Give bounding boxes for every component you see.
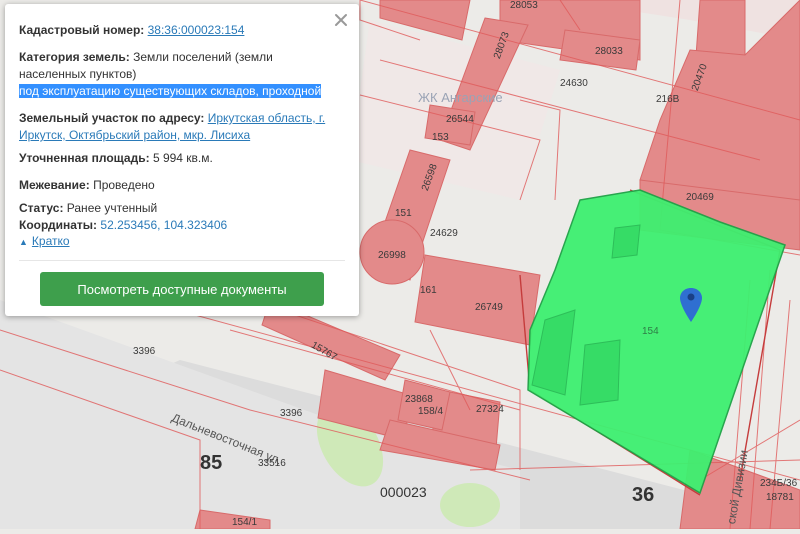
map-label: 20469: [686, 192, 714, 203]
map-label: 28033: [595, 46, 623, 57]
map-label: 28053: [510, 0, 538, 11]
survey-value: Проведено: [93, 178, 155, 192]
address-row: Земельный участок по адресу: Иркутская о…: [19, 110, 339, 144]
cadastral-number-label: Кадастровый номер:: [19, 23, 145, 37]
map-label: 154: [642, 326, 659, 337]
map-label: 26998: [378, 250, 406, 261]
cadastral-number-row: Кадастровый номер: 38:36:000023:154: [19, 22, 339, 39]
map-label: 153: [432, 132, 449, 143]
map-label: 234Б/36: [760, 478, 798, 489]
map-label: 000023: [380, 484, 427, 500]
map-label: 33516: [258, 458, 286, 469]
coordinates-value: 52.253456, 104.323406: [100, 218, 228, 232]
map-label: 151: [395, 208, 412, 219]
status-row: Статус: Ранее учтенный: [19, 200, 339, 217]
map-label: 3396: [133, 346, 156, 357]
collapse-label: Кратко: [31, 234, 70, 248]
map-label: 18781: [766, 492, 794, 503]
coordinates-row: Координаты: 52.253456, 104.323406: [19, 217, 339, 234]
area-value: 5 994 кв.м.: [152, 151, 213, 165]
map-label-block-number: 36: [632, 484, 655, 506]
map-label: 24630: [560, 78, 588, 89]
collapse-toggle[interactable]: ▲ Кратко: [19, 234, 70, 248]
map-label: 23868: [405, 394, 433, 405]
coordinates-label: Координаты:: [19, 218, 98, 232]
map-label: 158/4: [418, 406, 444, 417]
area-row: Уточненная площадь: 5 994 кв.м.: [19, 150, 339, 167]
triangle-up-icon: ▲: [19, 237, 28, 247]
area-label: Уточненная площадь:: [19, 151, 150, 165]
map-label: 3396: [280, 408, 303, 419]
map-label: 161: [420, 285, 437, 296]
map-label-complex: ЖК Ангарские: [418, 90, 503, 105]
map-label-block-number: 85: [200, 452, 223, 474]
address-label: Земельный участок по адресу:: [19, 111, 205, 125]
parcel-info-popup: Кадастровый номер: 38:36:000023:154 Кате…: [5, 4, 359, 316]
land-category-row: Категория земель: Земли поселений (земли…: [19, 49, 339, 100]
map-label: 27324: [476, 404, 504, 415]
view-documents-button[interactable]: Посмотреть доступные документы: [40, 272, 324, 306]
survey-label: Межевание:: [19, 178, 90, 192]
land-category-label: Категория земель:: [19, 50, 130, 64]
land-purpose-value: под эксплуатацию существующих складов, п…: [19, 84, 322, 98]
status-label: Статус:: [19, 201, 64, 215]
divider: [19, 260, 345, 261]
map-label: 26544: [446, 114, 474, 125]
map-label: 24629: [430, 228, 458, 239]
cadastral-number-link[interactable]: 38:36:000023:154: [148, 23, 245, 37]
survey-row: Межевание: Проведено: [19, 177, 339, 194]
map-label: 26749: [475, 302, 503, 313]
map-label: 216В: [656, 94, 680, 105]
status-value: Ранее учтенный: [66, 201, 158, 215]
map-label: 154/1: [232, 517, 258, 528]
